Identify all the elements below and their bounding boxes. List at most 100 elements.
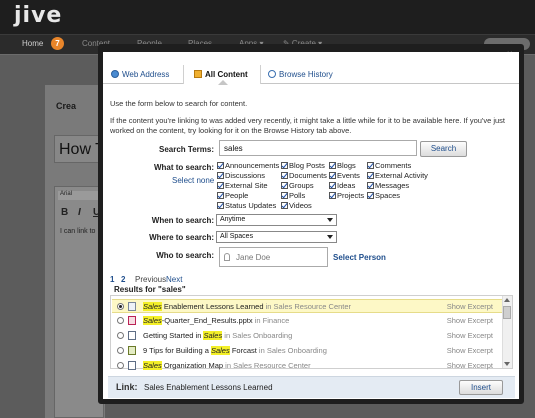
result-title[interactable]: Getting Started in Sales in Sales Onboar…: [143, 331, 292, 340]
checkbox-label: People: [225, 191, 249, 200]
show-excerpt-link[interactable]: Show Excerpt: [447, 302, 493, 311]
insert-button[interactable]: Insert: [459, 380, 503, 395]
nav-home[interactable]: Home: [22, 39, 43, 48]
content-type-checkbox[interactable]: Blogs: [329, 161, 356, 170]
content-type-checkbox[interactable]: Ideas: [329, 181, 355, 190]
where-to-search-label: Where to search:: [149, 233, 214, 242]
result-title-part: -Quarter_End_Results.pptx: [161, 316, 253, 325]
when-select[interactable]: Anytime: [216, 214, 337, 226]
title-input[interactable]: How T: [54, 135, 104, 163]
editor-text: I can link to: [60, 228, 96, 235]
content-type-checkbox[interactable]: Blog Posts: [281, 161, 325, 170]
content-type-checkbox[interactable]: Polls: [281, 191, 305, 200]
person-input[interactable]: Jane Doe: [219, 247, 328, 267]
content-type-icon: [128, 302, 136, 311]
checkbox-icon[interactable]: [281, 202, 288, 209]
checkbox-icon[interactable]: [217, 202, 224, 209]
checkbox-icon[interactable]: [281, 192, 288, 199]
checkbox-icon[interactable]: [217, 162, 224, 169]
content-type-checkbox[interactable]: Videos: [281, 201, 312, 210]
checkbox-icon[interactable]: [367, 162, 374, 169]
content-type-icon: [128, 346, 136, 355]
checkbox-icon[interactable]: [217, 182, 224, 189]
rich-text-editor[interactable]: [54, 186, 104, 418]
result-title[interactable]: Sales Organization Map in Sales Resource…: [143, 361, 311, 370]
scroll-up-icon[interactable]: [504, 298, 510, 302]
next-link[interactable]: Next: [166, 275, 182, 284]
scroll-down-icon[interactable]: [504, 362, 510, 366]
result-radio[interactable]: [117, 317, 124, 324]
checkbox-label: Spaces: [375, 191, 401, 200]
content-type-checkbox[interactable]: Groups: [281, 181, 314, 190]
jive-logo[interactable]: jive: [14, 3, 62, 28]
notification-badge[interactable]: 7: [51, 37, 64, 50]
tab-label: Web Address: [122, 70, 170, 79]
show-excerpt-link[interactable]: Show Excerpt: [447, 331, 493, 340]
checkbox-icon[interactable]: [217, 172, 224, 179]
content-type-checkbox[interactable]: External Site: [217, 181, 268, 190]
result-radio[interactable]: [117, 332, 124, 339]
content-type-checkbox[interactable]: Events: [329, 171, 360, 180]
content-type-checkbox[interactable]: Projects: [329, 191, 364, 200]
content-type-checkbox[interactable]: Comments: [367, 161, 411, 170]
active-tab-caret: [218, 80, 228, 85]
checkbox-label: Announcements: [225, 161, 280, 170]
result-title[interactable]: Sales Enablement Lessons Learned in Sale…: [143, 302, 351, 311]
result-row[interactable]: Sales Enablement Lessons Learned in Sale…: [112, 299, 503, 313]
result-radio[interactable]: [117, 303, 124, 310]
content-type-checkbox[interactable]: External Activity: [367, 171, 428, 180]
content-type-checkbox[interactable]: People: [217, 191, 248, 200]
checkbox-icon[interactable]: [281, 182, 288, 189]
checkbox-icon[interactable]: [367, 192, 374, 199]
checkbox-icon[interactable]: [329, 162, 336, 169]
result-radio[interactable]: [117, 347, 124, 354]
bold-button[interactable]: B: [61, 207, 68, 218]
content-type-checkbox[interactable]: Discussions: [217, 171, 265, 180]
result-row[interactable]: Sales Organization Map in Sales Resource…: [112, 359, 503, 373]
search-input[interactable]: sales: [219, 140, 417, 156]
result-row[interactable]: Getting Started in Sales in Sales Onboar…: [112, 329, 503, 343]
checkbox-icon[interactable]: [217, 192, 224, 199]
checkbox-icon[interactable]: [367, 182, 374, 189]
checkbox-label: Messages: [375, 181, 410, 190]
checkbox-icon[interactable]: [329, 172, 336, 179]
close-icon[interactable]: ×: [507, 49, 512, 59]
content-type-checkbox[interactable]: Spaces: [367, 191, 400, 200]
show-excerpt-link[interactable]: Show Excerpt: [447, 346, 493, 355]
select-person-link[interactable]: Select Person: [333, 253, 386, 262]
what-to-search-label: What to search:: [153, 163, 214, 172]
tab-web-address[interactable]: Web Address: [111, 65, 183, 84]
scroll-thumb[interactable]: [503, 306, 511, 319]
checkbox-label: Groups: [289, 181, 314, 190]
result-title[interactable]: 9 Tips for Building a Sales Forcast in S…: [143, 346, 327, 355]
checkbox-icon[interactable]: [281, 172, 288, 179]
content-type-checkbox[interactable]: Documents: [281, 171, 327, 180]
content-type-checkbox[interactable]: Announcements: [217, 161, 279, 170]
tab-browse-history[interactable]: Browse History: [268, 65, 348, 84]
history-icon: [268, 70, 276, 78]
result-radio[interactable]: [117, 362, 124, 369]
select-none-link[interactable]: Select none: [172, 176, 214, 185]
result-place: in Finance: [252, 316, 290, 325]
page-1-link[interactable]: 1: [110, 275, 114, 284]
where-select[interactable]: All Spaces: [216, 231, 337, 243]
checkbox-icon[interactable]: [367, 172, 374, 179]
checkbox-icon[interactable]: [329, 192, 336, 199]
page-2-link[interactable]: 2: [121, 275, 125, 284]
content-type-checkbox[interactable]: Messages: [367, 181, 409, 190]
result-place: in Sales Resource Center: [263, 302, 352, 311]
italic-button[interactable]: I: [78, 207, 81, 218]
result-title[interactable]: Sales-Quarter_End_Results.pptx in Financ…: [143, 316, 289, 325]
content-type-checkbox[interactable]: Status Updates: [217, 201, 276, 210]
checkbox-icon[interactable]: [281, 162, 288, 169]
font-select[interactable]: Arial: [58, 191, 98, 200]
checkbox-icon[interactable]: [329, 182, 336, 189]
show-excerpt-link[interactable]: Show Excerpt: [447, 316, 493, 325]
checkbox-label: External Activity: [375, 171, 428, 180]
search-button[interactable]: Search: [420, 141, 467, 157]
result-place: in Sales Onboarding: [222, 331, 293, 340]
chevron-down-icon: [327, 218, 333, 222]
show-excerpt-link[interactable]: Show Excerpt: [447, 361, 493, 370]
result-row[interactable]: Sales-Quarter_End_Results.pptx in Financ…: [112, 314, 503, 328]
result-row[interactable]: 9 Tips for Building a Sales Forcast in S…: [112, 344, 503, 358]
